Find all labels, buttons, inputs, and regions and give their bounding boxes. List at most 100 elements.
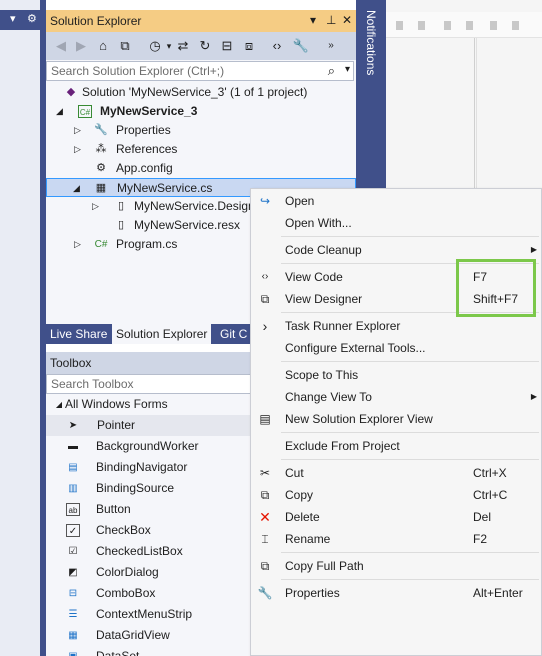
menu-item-delete[interactable]: ✕ Delete Del	[251, 506, 542, 528]
menu-separator	[281, 432, 539, 433]
context-menu-strip-icon: ☰	[68, 609, 78, 620]
dropdown-arrow-icon[interactable]: ▾	[310, 13, 316, 27]
menu-item-task-runner[interactable]: › Task Runner Explorer	[251, 315, 542, 337]
checkbox-icon: ✓	[66, 524, 80, 537]
solution-icon: ◆	[66, 86, 76, 98]
menu-item-configure-tools[interactable]: Configure External Tools...	[251, 337, 542, 359]
checked-list-box-icon: ☑	[68, 546, 78, 557]
sync-icon[interactable]: ⇄	[174, 37, 192, 55]
home-icon[interactable]: ⌂	[94, 37, 112, 55]
pin-icon[interactable]: ⊥	[326, 13, 336, 27]
pointer-icon: ➤	[68, 420, 78, 431]
close-icon[interactable]: ✕	[342, 13, 352, 27]
chevron-down-icon[interactable]: ▾	[345, 64, 350, 75]
notifications-label: Notifications	[364, 10, 378, 76]
collapse-triangle-icon[interactable]: ◢	[73, 179, 83, 198]
new-view-icon: ▤	[259, 412, 271, 426]
gear-icon[interactable]: ⚙	[27, 12, 37, 25]
forward-icon[interactable]: ▶	[72, 37, 90, 55]
menu-item-open[interactable]: ↪ Open	[251, 190, 542, 212]
toolbox-item[interactable]: ▤ BindingNavigator	[66, 457, 266, 478]
copy-icon: ⧉	[260, 488, 270, 502]
menu-item-copy[interactable]: ⧉ Copy Ctrl+C	[251, 484, 542, 506]
toolbox-search-placeholder: Search Toolbox	[51, 377, 134, 391]
tab-live-share[interactable]: Live Share	[46, 324, 111, 344]
collapse-triangle-icon[interactable]: ◢	[52, 398, 66, 411]
toolbox-item[interactable]: ▦ DataGridView	[66, 625, 266, 646]
expand-triangle-icon[interactable]: ▷	[74, 140, 84, 159]
binding-navigator-icon: ▤	[68, 462, 78, 473]
menu-item-scope-to-this[interactable]: Scope to This	[251, 364, 542, 386]
refresh-icon[interactable]: ↻	[196, 37, 214, 55]
tree-item-references[interactable]: ▷ ⁂ References	[74, 140, 344, 159]
expand-triangle-icon[interactable]: ▷	[74, 121, 84, 140]
tree-item-project[interactable]: ◢ C# MyNewService_3	[54, 102, 344, 121]
menu-separator	[281, 459, 539, 460]
references-icon: ⁂	[95, 143, 107, 155]
editor-toolbar	[386, 12, 542, 38]
menu-item-code-cleanup[interactable]: Code Cleanup ▶	[251, 239, 542, 261]
toolbox-item[interactable]: ☑ CheckedListBox	[66, 541, 266, 562]
combo-box-icon: ⊟	[68, 588, 78, 599]
file-icon: ▯	[117, 219, 125, 231]
config-icon: ⚙	[96, 162, 106, 174]
file-icon: ▯	[117, 200, 125, 212]
code-view-icon[interactable]: ‹›	[268, 37, 286, 55]
switch-views-icon[interactable]: ⧉	[116, 37, 134, 55]
solution-explorer-titlebar: Solution Explorer ▾ ⊥ ✕	[46, 10, 356, 32]
view-designer-icon: ⧉	[260, 292, 270, 306]
menu-item-rename[interactable]: ⌶ Rename F2	[251, 528, 542, 550]
menu-item-copy-full-path[interactable]: ⧉ Copy Full Path	[251, 555, 542, 577]
toolbox-item[interactable]: ➤ Pointer	[46, 415, 256, 436]
csharp-project-icon: C#	[78, 105, 92, 118]
menu-item-cut[interactable]: ✂ Cut Ctrl+X	[251, 462, 542, 484]
button-icon: ab	[66, 503, 80, 516]
tab-git-changes[interactable]: Git C	[216, 324, 251, 344]
toolbox-item[interactable]: ✓ CheckBox	[66, 520, 266, 541]
menu-separator	[281, 552, 539, 553]
search-icon[interactable]: ⌕	[328, 63, 335, 79]
shortcut-highlight-box	[456, 259, 536, 317]
toolbox-item[interactable]: ▥ BindingSource	[66, 478, 266, 499]
toolbox-item[interactable]: ☰ ContextMenuStrip	[66, 604, 266, 625]
solution-search-input[interactable]: Search Solution Explorer (Ctrl+;) ⌕ ▾	[46, 61, 354, 81]
menu-item-change-view-to[interactable]: Change View To ▶	[251, 386, 542, 408]
tab-solution-explorer[interactable]: Solution Explorer	[112, 324, 212, 344]
copy-path-icon: ⧉	[260, 559, 270, 573]
tree-item-solution[interactable]: ◆ Solution 'MyNewService_3' (1 of 1 proj…	[62, 83, 352, 102]
show-all-files-icon[interactable]: ⧈	[240, 37, 258, 55]
expand-triangle-icon[interactable]: ▷	[74, 235, 84, 254]
collapse-triangle-icon[interactable]: ◢	[56, 102, 66, 121]
overflow-icon[interactable]: »	[322, 37, 340, 55]
expand-triangle-icon[interactable]: ▷	[92, 197, 102, 216]
data-grid-view-icon: ▦	[68, 630, 78, 641]
wrench-icon[interactable]: 🔧	[292, 37, 310, 55]
notifications-tab[interactable]: Notifications	[356, 6, 386, 96]
menu-separator	[281, 361, 539, 362]
menu-item-new-solution-view[interactable]: ▤ New Solution Explorer View	[251, 408, 542, 430]
solution-explorer-toolbar: ◀ ▶ ⌂ ⧉ ◷ ▾ ⇄ ↻ ⊟ ⧈ ‹› 🔧 »	[46, 32, 356, 60]
background-worker-icon: ▬	[68, 441, 78, 452]
chevron-down-icon[interactable]: ▾	[10, 12, 16, 25]
toolbox-item[interactable]: ▬ BackgroundWorker	[66, 436, 266, 457]
solution-explorer-title: Solution Explorer	[50, 14, 142, 28]
toolbox-item[interactable]: ▣ DataSet	[66, 646, 266, 656]
menu-item-properties[interactable]: 🔧 Properties Alt+Enter	[251, 582, 542, 604]
toolbox-item[interactable]: ◩ ColorDialog	[66, 562, 266, 583]
tree-item-app-config[interactable]: ⚙ App.config	[74, 159, 344, 178]
toolbox-item[interactable]: ⊟ ComboBox	[66, 583, 266, 604]
submenu-arrow-icon: ▶	[530, 392, 537, 401]
search-placeholder: Search Solution Explorer (Ctrl+;)	[51, 64, 225, 78]
submenu-arrow-icon: ▶	[530, 245, 537, 254]
collapse-all-icon[interactable]: ⊟	[218, 37, 236, 55]
menu-item-open-with[interactable]: Open With...	[251, 212, 542, 234]
tree-item-properties[interactable]: ▷ 🔧 Properties	[74, 121, 344, 140]
menu-separator	[281, 236, 539, 237]
binding-source-icon: ▥	[68, 483, 78, 494]
left-panel-header: ▾ ⚙	[0, 10, 40, 30]
menu-item-exclude-from-project[interactable]: Exclude From Project	[251, 435, 542, 457]
back-icon[interactable]: ◀	[52, 37, 70, 55]
component-icon: ▦	[95, 182, 107, 194]
toolbox-item[interactable]: ab Button	[66, 499, 266, 520]
wrench-icon: 🔧	[257, 586, 273, 600]
